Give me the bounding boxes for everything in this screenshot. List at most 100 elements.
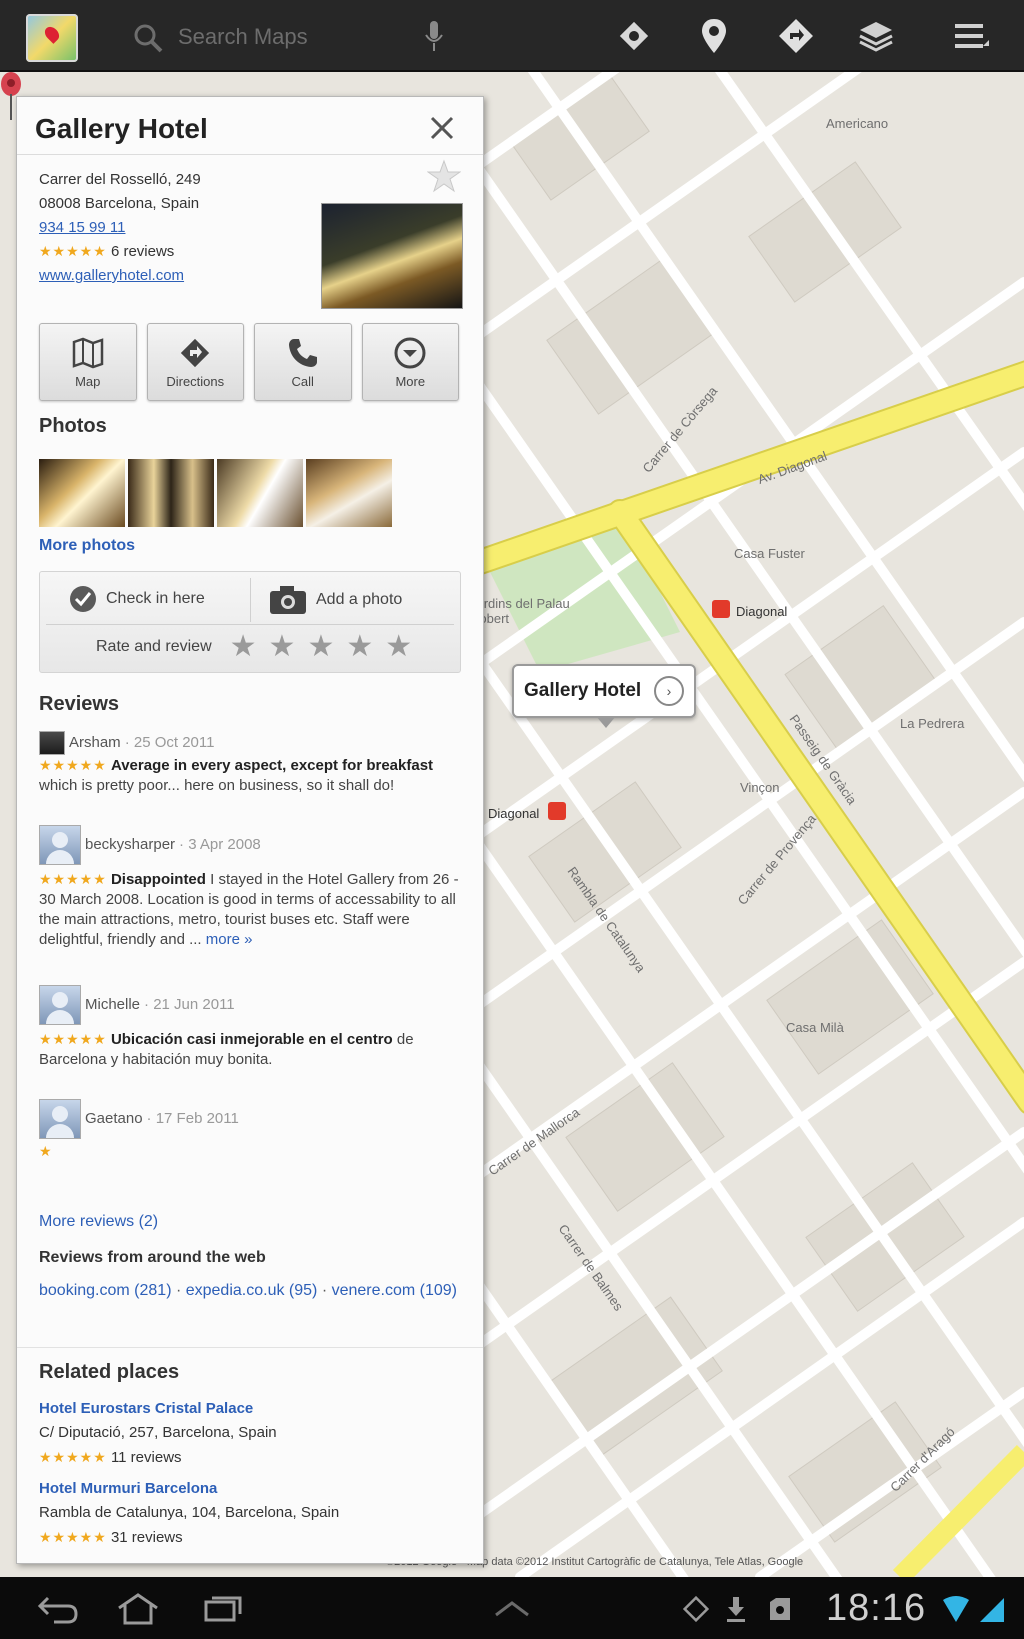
- link-separator: ·: [317, 1282, 332, 1299]
- up-arrow-icon[interactable]: [484, 1589, 540, 1629]
- photo-thumbnail[interactable]: [306, 459, 392, 527]
- address-line-1: Carrer del Rosselló, 249: [39, 171, 201, 188]
- more-button-label: More: [395, 373, 426, 389]
- rate-star-icon[interactable]: ★: [385, 632, 412, 662]
- photo-thumbnail[interactable]: [217, 459, 303, 527]
- directions-icon[interactable]: [772, 14, 820, 58]
- review-author[interactable]: Michelle: [85, 995, 140, 1015]
- review-item: Michelle · 21 Jun 2011 ★★★★★ Ubicación c…: [39, 985, 459, 1070]
- callout-label: Gallery Hotel: [524, 680, 642, 701]
- rate-star-icon[interactable]: ★: [307, 632, 334, 662]
- map-label-diagonal-metro-2: Diagonal: [488, 806, 540, 821]
- close-icon[interactable]: [427, 113, 457, 143]
- maps-app-icon[interactable]: [26, 14, 78, 62]
- sd-card-icon: [764, 1589, 796, 1629]
- recent-apps-icon[interactable]: [196, 1589, 252, 1629]
- map-label-casa-mila: Casa Milà: [786, 1020, 844, 1035]
- search-input[interactable]: [176, 22, 430, 52]
- web-reviews-heading: Reviews from around the web: [39, 1249, 266, 1266]
- rating-summary: ★★★★★ 6 reviews: [39, 243, 174, 260]
- signal-icon: [976, 1589, 1008, 1629]
- chevron-right-icon[interactable]: ›: [654, 676, 684, 706]
- directions-button[interactable]: Directions: [146, 323, 244, 401]
- add-photo-label: Add a photo: [316, 591, 403, 608]
- usb-icon: [680, 1589, 712, 1629]
- more-button[interactable]: More: [361, 323, 459, 401]
- review-stars: ★★★★★: [39, 1031, 107, 1047]
- camera-icon: [270, 586, 306, 614]
- review-item: Gaetano · 17 Feb 2011 ★: [39, 1099, 459, 1162]
- action-bar: [0, 0, 1024, 72]
- rate-review-row: Rate and review ★ ★ ★ ★ ★: [96, 632, 412, 662]
- related-place-item[interactable]: Hotel Murmuri Barcelona Rambla de Catalu…: [39, 1477, 459, 1550]
- directions-button-label: Directions: [166, 373, 225, 389]
- add-photo-button[interactable]: Add a photo: [268, 584, 402, 616]
- related-place-item[interactable]: Hotel Eurostars Cristal Palace C/ Diputa…: [39, 1397, 459, 1470]
- address-line-2: 08008 Barcelona, Spain: [39, 195, 200, 212]
- check-in-label: Check in here: [106, 590, 205, 607]
- website-link[interactable]: www.galleryhotel.com: [39, 267, 184, 284]
- avatar: [39, 985, 81, 1025]
- map-button[interactable]: Map: [39, 323, 137, 401]
- related-places-heading: Related places: [39, 1361, 180, 1383]
- layers-icon[interactable]: [852, 14, 900, 58]
- web-reviews-links: booking.com (281) · expedia.co.uk (95) ·…: [39, 1275, 459, 1307]
- more-reviews-link[interactable]: More reviews (2): [39, 1213, 158, 1231]
- map-label-vincon: Vinçon: [740, 780, 780, 795]
- review-author[interactable]: Arsham: [69, 733, 121, 753]
- related-place-stars: ★★★★★: [39, 1449, 107, 1465]
- main-photo[interactable]: [321, 203, 463, 309]
- map-icon: [72, 337, 103, 368]
- web-review-link[interactable]: venere.com (109): [332, 1282, 457, 1299]
- more-photos-link[interactable]: More photos: [39, 537, 135, 555]
- review-author[interactable]: beckysharper: [85, 835, 175, 855]
- divider: [17, 154, 483, 155]
- places-pin-icon[interactable]: [690, 14, 738, 58]
- clock: 18:16: [826, 1587, 927, 1629]
- link-separator: ·: [171, 1282, 186, 1299]
- menu-icon[interactable]: [948, 14, 996, 58]
- avatar: [39, 825, 81, 865]
- check-in-button[interactable]: Check in here: [68, 584, 205, 614]
- related-place-name[interactable]: Hotel Murmuri Barcelona: [39, 1477, 459, 1501]
- rate-star-icon[interactable]: ★: [346, 632, 373, 662]
- review-author[interactable]: Gaetano: [85, 1109, 143, 1129]
- download-icon: [720, 1589, 752, 1629]
- map-label-casa-fuster: Casa Fuster: [734, 546, 805, 561]
- web-review-link[interactable]: expedia.co.uk (95): [186, 1282, 318, 1299]
- call-button-label: Call: [291, 373, 314, 389]
- related-place-name[interactable]: Hotel Eurostars Cristal Palace: [39, 1397, 459, 1421]
- rate-star-icon[interactable]: ★: [230, 632, 257, 662]
- reviews-count-link[interactable]: 6 reviews: [111, 243, 174, 260]
- review-date: · 17 Feb 2011: [146, 1110, 239, 1127]
- layers-compass-icon[interactable]: [610, 14, 658, 58]
- review-stars: ★★★★★: [39, 871, 107, 887]
- rate-star-icon[interactable]: ★: [269, 632, 296, 662]
- microphone-icon[interactable]: [410, 14, 458, 58]
- check-circle-icon: [70, 586, 96, 612]
- home-icon[interactable]: [110, 1589, 166, 1629]
- more-dropdown-icon: [394, 337, 426, 368]
- related-place-stars: ★★★★★: [39, 1529, 107, 1545]
- map-label-jardins: Jardins del Palau Robert: [470, 596, 570, 626]
- star-icon[interactable]: [427, 159, 461, 193]
- directions-icon: [181, 338, 210, 367]
- back-icon[interactable]: [30, 1589, 86, 1629]
- review-date: · 25 Oct 2011: [124, 734, 215, 751]
- call-button[interactable]: Call: [254, 323, 352, 401]
- photo-thumbnail[interactable]: [39, 459, 125, 527]
- web-review-link[interactable]: booking.com (281): [39, 1282, 172, 1299]
- reviews-heading: Reviews: [39, 693, 120, 715]
- map-label-diagonal-metro: Diagonal: [736, 604, 788, 619]
- place-details-panel: Gallery Hotel Carrer del Rosselló, 249 0…: [16, 96, 484, 1564]
- review-title: Disappointed: [110, 871, 206, 888]
- map-callout[interactable]: Gallery Hotel ›: [512, 664, 696, 728]
- more-link[interactable]: more »: [202, 931, 253, 948]
- photos-heading: Photos: [39, 415, 107, 437]
- phone-link[interactable]: 934 15 99 11: [39, 219, 125, 236]
- related-place-reviews: 11 reviews: [110, 1449, 182, 1466]
- search-box[interactable]: [132, 18, 432, 54]
- divider: [17, 1347, 483, 1348]
- photo-thumbnail[interactable]: [128, 459, 214, 527]
- review-date: · 21 Jun 2011: [144, 996, 235, 1013]
